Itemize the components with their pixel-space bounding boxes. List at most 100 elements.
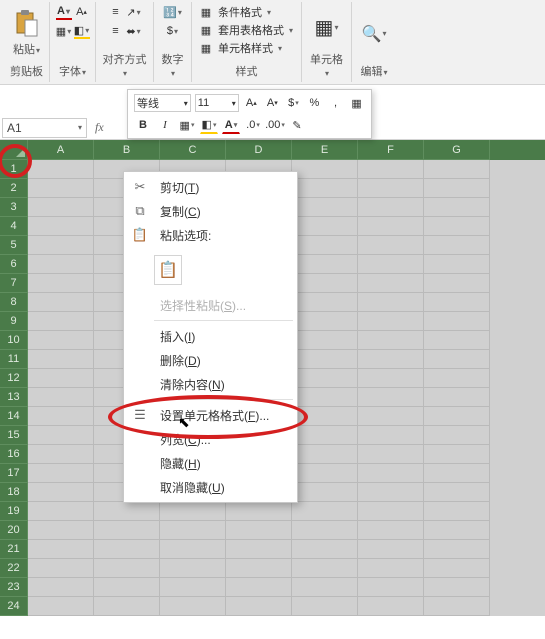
cell[interactable] [226, 540, 292, 559]
mini-italic-icon[interactable]: I [156, 116, 174, 134]
row-header[interactable]: 7 [0, 274, 28, 293]
cell[interactable] [28, 597, 94, 616]
cell[interactable] [424, 350, 490, 369]
currency-icon[interactable]: $ [165, 23, 181, 39]
cell[interactable] [424, 312, 490, 331]
cell[interactable] [424, 540, 490, 559]
ctx-delete[interactable]: 删除(D) [124, 348, 297, 372]
edit-group-label[interactable]: 编辑 [360, 63, 387, 82]
column-header[interactable]: E [292, 140, 358, 160]
font-size-up-icon[interactable]: A▴ [74, 4, 90, 20]
cell[interactable] [160, 540, 226, 559]
cell[interactable] [292, 369, 358, 388]
mini-decrease-font-icon[interactable]: A▾ [264, 94, 281, 112]
select-all-button[interactable] [0, 140, 28, 160]
cell[interactable] [292, 312, 358, 331]
cell[interactable] [94, 540, 160, 559]
cell[interactable] [424, 274, 490, 293]
ctx-format-cells[interactable]: ☰ 设置单元格格式(F)... [124, 403, 297, 427]
cell-style-button[interactable]: ▦单元格样式 [198, 40, 282, 56]
cell[interactable] [424, 445, 490, 464]
row-header[interactable]: 6 [0, 255, 28, 274]
cell[interactable] [292, 407, 358, 426]
cell[interactable] [160, 521, 226, 540]
cell[interactable] [358, 407, 424, 426]
row-header[interactable]: 13 [0, 388, 28, 407]
cell[interactable] [292, 578, 358, 597]
cell[interactable] [94, 559, 160, 578]
cell[interactable] [358, 312, 424, 331]
row-header[interactable]: 10 [0, 331, 28, 350]
row-header[interactable]: 18 [0, 483, 28, 502]
cell[interactable] [94, 578, 160, 597]
cell[interactable] [28, 217, 94, 236]
cell[interactable] [226, 559, 292, 578]
cell[interactable] [28, 369, 94, 388]
conditional-format-button[interactable]: ▦条件格式 [198, 4, 271, 20]
fx-icon[interactable]: fx [89, 120, 110, 135]
cell[interactable] [28, 502, 94, 521]
row-header[interactable]: 11 [0, 350, 28, 369]
number-format-icon[interactable]: 🔢 [165, 4, 181, 20]
mini-currency-icon[interactable]: $ [285, 94, 302, 112]
column-header[interactable]: G [424, 140, 490, 160]
cell[interactable] [28, 540, 94, 559]
cell[interactable] [292, 198, 358, 217]
cell[interactable] [358, 483, 424, 502]
cell[interactable] [28, 160, 94, 179]
row-header[interactable]: 1 [0, 160, 28, 179]
cell[interactable] [424, 483, 490, 502]
column-header[interactable]: A [28, 140, 94, 160]
cell[interactable] [292, 502, 358, 521]
cell[interactable] [358, 521, 424, 540]
cell[interactable] [292, 464, 358, 483]
cell[interactable] [28, 464, 94, 483]
column-header[interactable]: D [226, 140, 292, 160]
cell[interactable] [292, 559, 358, 578]
cell[interactable] [226, 521, 292, 540]
align-group-label[interactable]: 对齐方式 [102, 51, 147, 82]
cell[interactable] [28, 255, 94, 274]
cell[interactable] [358, 293, 424, 312]
cell[interactable] [358, 236, 424, 255]
cell[interactable] [424, 464, 490, 483]
cell[interactable] [424, 160, 490, 179]
cell[interactable] [292, 521, 358, 540]
cell[interactable] [28, 388, 94, 407]
cell[interactable] [424, 331, 490, 350]
cell[interactable] [358, 502, 424, 521]
align-top-icon[interactable]: ≡ [108, 4, 124, 20]
mini-dec-inc-icon[interactable]: .0 [244, 116, 262, 134]
cell[interactable] [424, 578, 490, 597]
mini-format-painter-icon[interactable]: ✎ [288, 116, 306, 134]
cell[interactable] [226, 578, 292, 597]
merge-icon[interactable]: ⬌ [126, 23, 142, 39]
cell[interactable] [292, 540, 358, 559]
cell[interactable] [424, 198, 490, 217]
cell[interactable] [28, 426, 94, 445]
cell[interactable] [358, 464, 424, 483]
row-header[interactable]: 9 [0, 312, 28, 331]
cell[interactable] [292, 293, 358, 312]
mini-increase-font-icon[interactable]: A▴ [243, 94, 260, 112]
cell[interactable] [424, 255, 490, 274]
cell[interactable] [28, 578, 94, 597]
cell[interactable] [358, 426, 424, 445]
cell[interactable] [358, 388, 424, 407]
cell[interactable] [94, 521, 160, 540]
mini-border-icon[interactable]: ▦ [348, 94, 365, 112]
cell[interactable] [424, 426, 490, 445]
cell[interactable] [28, 274, 94, 293]
mini-font-size[interactable]: 11▾ [195, 94, 239, 112]
row-header[interactable]: 16 [0, 445, 28, 464]
cell[interactable] [226, 597, 292, 616]
cell[interactable] [292, 445, 358, 464]
cell[interactable] [160, 578, 226, 597]
cell[interactable] [424, 597, 490, 616]
ctx-clear[interactable]: 清除内容(N) [124, 372, 297, 396]
mini-dec-dec-icon[interactable]: .00 [266, 116, 284, 134]
mini-comma-icon[interactable]: , [327, 94, 344, 112]
insert-cell-icon[interactable]: ▦ [319, 20, 335, 36]
cell[interactable] [28, 331, 94, 350]
mini-fill-icon[interactable]: ◧ [200, 116, 218, 134]
